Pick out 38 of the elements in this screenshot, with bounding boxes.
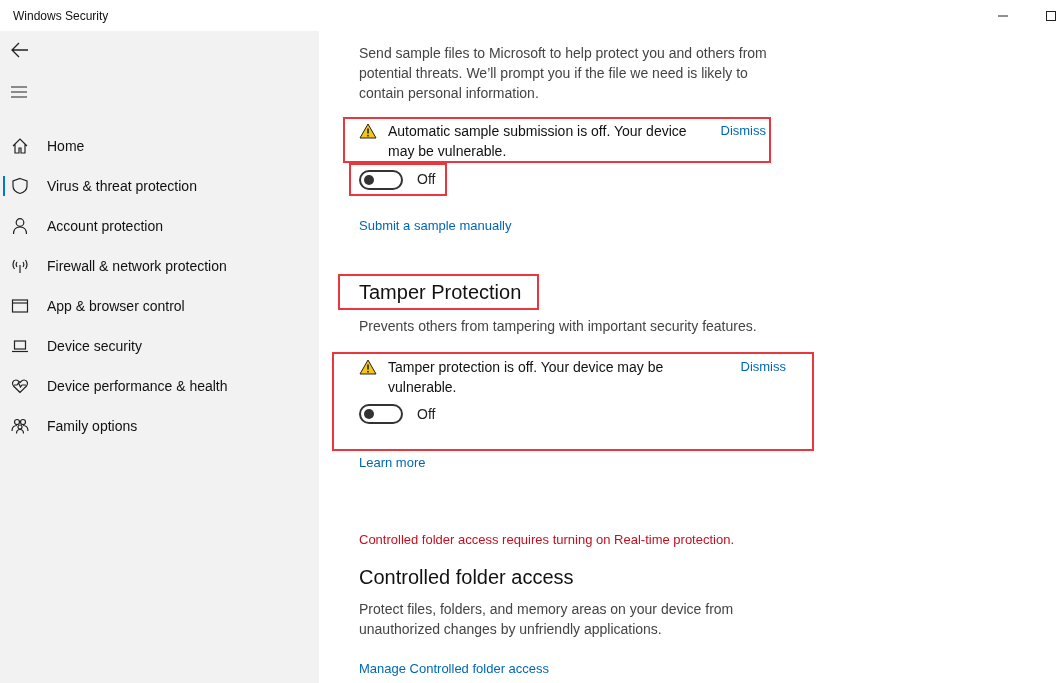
section-description: Prevents others from tampering with important security features. bbox=[359, 316, 758, 336]
sidebar-item[interactable]: Device security bbox=[0, 326, 319, 366]
sidebar-item[interactable]: Device performance & health bbox=[0, 366, 319, 406]
toggle-label: Off bbox=[417, 404, 436, 424]
shield-icon bbox=[11, 177, 29, 195]
toggle-switch[interactable] bbox=[359, 169, 403, 190]
warning-icon bbox=[359, 123, 377, 139]
toggle-label: Off bbox=[417, 170, 436, 189]
section-heading: Tamper Protection bbox=[359, 279, 522, 305]
sidebar-item[interactable]: Account protection bbox=[0, 206, 319, 246]
laptop-icon bbox=[11, 337, 29, 355]
heart-pulse-icon bbox=[11, 377, 29, 395]
sidebar-item[interactable]: Firewall & network protection bbox=[0, 246, 319, 286]
link[interactable]: Manage Controlled folder access bbox=[359, 658, 550, 678]
warning-icon bbox=[359, 358, 377, 375]
sidebar-item[interactable]: Home bbox=[0, 126, 319, 166]
link[interactable]: Submit a sample manually bbox=[359, 216, 512, 236]
link[interactable]: Learn more bbox=[359, 452, 426, 472]
warning-message: Tamper protection is off. Your device may be vulnerable. bbox=[388, 357, 665, 397]
dismiss-link[interactable]: Dismiss bbox=[720, 121, 766, 141]
person-icon bbox=[11, 217, 29, 235]
home-icon bbox=[11, 137, 29, 155]
error-message: Controlled folder access requires turning on Real-time protection. bbox=[359, 531, 736, 549]
back-icon[interactable] bbox=[10, 41, 30, 59]
window-icon bbox=[11, 297, 29, 315]
maximize-icon[interactable] bbox=[1045, 9, 1057, 22]
section-description: Protect files, folders, and memory areas on your device from unauthorized changes by unfriendly applications. bbox=[359, 599, 735, 639]
section-description: Send sample files to Microsoft to help protect you and others from potential threats. We’ll prompt you if the file we need is likely to contain personal information. bbox=[359, 44, 768, 103]
family-icon bbox=[11, 417, 29, 435]
window-title: Windows Security bbox=[12, 7, 109, 25]
dismiss-link[interactable]: Dismiss bbox=[740, 356, 786, 377]
sidebar-item[interactable]: Family options bbox=[0, 406, 319, 446]
warning-message: Automatic sample submission is off. Your device may be vulnerable. bbox=[388, 122, 688, 161]
menu-icon[interactable] bbox=[10, 85, 28, 99]
section-heading: Controlled folder access bbox=[359, 564, 574, 590]
toggle-switch[interactable] bbox=[359, 404, 403, 424]
sidebar-item[interactable]: App & browser control bbox=[0, 286, 319, 326]
antenna-icon bbox=[11, 257, 29, 275]
